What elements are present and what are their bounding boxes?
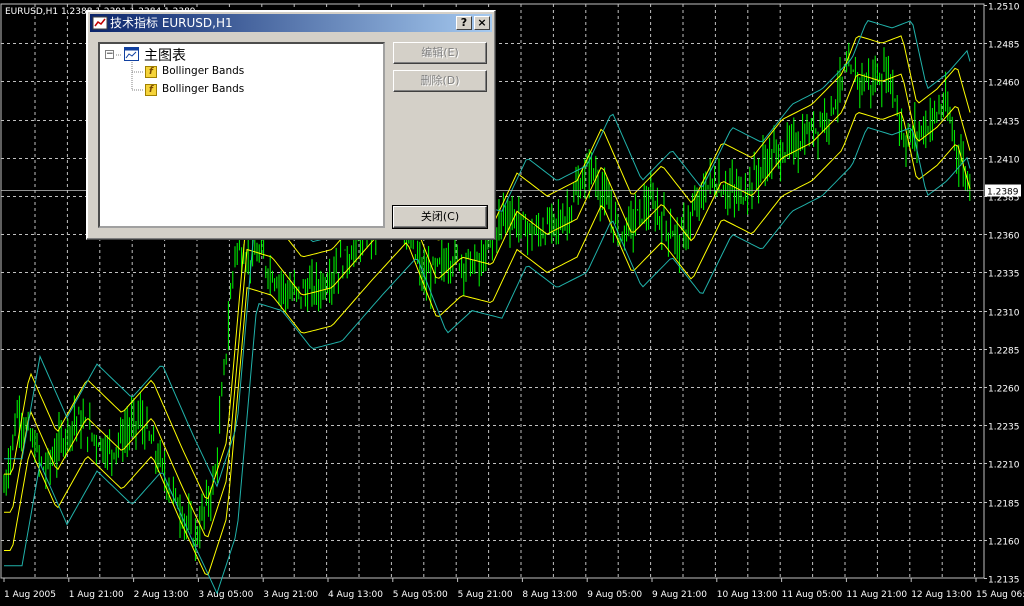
price-label: 1.2135 xyxy=(988,576,1020,586)
price-label: 1.2460 xyxy=(988,79,1020,89)
price-label: 1.2310 xyxy=(988,309,1020,319)
time-label: 5 Aug 05:00 xyxy=(393,590,448,600)
current-price-label: 1.2389 xyxy=(987,188,1019,198)
indicators-dialog: 技术指标 EURUSD,H1 ? × − 主图表 f Bollinger Ban… xyxy=(86,10,496,240)
close-button[interactable]: 关闭(C) xyxy=(392,205,488,229)
tree-item-bollinger-bands-1[interactable]: Bollinger Bands xyxy=(162,65,244,77)
price-label: 1.2285 xyxy=(988,347,1020,357)
collapse-toggle-icon[interactable]: − xyxy=(105,50,114,59)
price-label: 1.2360 xyxy=(988,232,1020,242)
price-label: 1.2235 xyxy=(988,423,1020,433)
tree-root-label[interactable]: 主图表 xyxy=(144,45,186,65)
indicator-tree[interactable]: − 主图表 f Bollinger Bands f Bollinger Band… xyxy=(98,42,385,228)
time-label: 11 Aug 21:00 xyxy=(846,590,907,600)
price-label: 1.2185 xyxy=(988,500,1020,510)
price-label: 1.2210 xyxy=(988,461,1020,471)
time-label: 9 Aug 21:00 xyxy=(652,590,707,600)
price-label: 1.2485 xyxy=(988,41,1020,51)
dialog-titlebar[interactable]: 技术指标 EURUSD,H1 ? × xyxy=(90,14,492,32)
function-icon: f xyxy=(145,84,157,96)
time-label: 12 Aug 13:00 xyxy=(911,590,972,600)
time-label: 1 Aug 21:00 xyxy=(69,590,124,600)
function-icon: f xyxy=(145,66,157,78)
edit-button[interactable]: 编辑(E) xyxy=(393,42,487,64)
delete-button[interactable]: 删除(D) xyxy=(393,70,487,92)
time-label: 1 Aug 2005 xyxy=(4,590,56,600)
app-icon xyxy=(92,16,108,30)
price-label: 1.2335 xyxy=(988,270,1020,280)
time-label: 10 Aug 13:00 xyxy=(717,590,778,600)
price-label: 1.2435 xyxy=(988,118,1020,128)
dialog-title: 技术指标 EURUSD,H1 xyxy=(110,16,233,30)
time-label: 8 Aug 13:00 xyxy=(522,590,577,600)
chart-window-icon xyxy=(124,47,139,61)
close-window-button[interactable]: × xyxy=(474,16,490,30)
help-button[interactable]: ? xyxy=(456,16,472,30)
time-label: 2 Aug 13:00 xyxy=(134,590,189,600)
time-label: 5 Aug 21:00 xyxy=(458,590,513,600)
time-label: 3 Aug 21:00 xyxy=(263,590,318,600)
price-label: 1.2410 xyxy=(988,156,1020,166)
time-label: 15 Aug 06:00 xyxy=(976,590,1024,600)
tree-item-bollinger-bands-2[interactable]: Bollinger Bands xyxy=(162,83,244,95)
price-label: 1.2260 xyxy=(988,385,1020,395)
price-label: 1.2160 xyxy=(988,538,1020,548)
price-label: 1.2510 xyxy=(988,3,1020,13)
time-label: 4 Aug 13:00 xyxy=(328,590,383,600)
time-label: 9 Aug 05:00 xyxy=(587,590,642,600)
time-label: 11 Aug 05:00 xyxy=(782,590,843,600)
time-label: 3 Aug 05:00 xyxy=(198,590,253,600)
